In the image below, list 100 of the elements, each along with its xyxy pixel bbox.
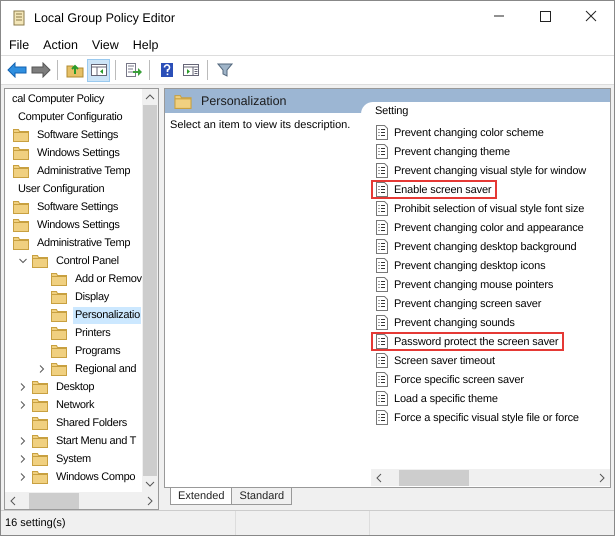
view-tab[interactable]: Extended <box>170 488 232 505</box>
tree-item[interactable]: User Configuration <box>16 181 106 198</box>
window-title: Local Group Policy Editor <box>34 10 176 24</box>
policy-setting-icon <box>376 391 388 406</box>
policy-setting-icon <box>376 277 388 292</box>
setting-item[interactable]: Force specific screen saver <box>394 374 528 386</box>
expander-icon[interactable] <box>19 473 27 481</box>
folder-icon <box>13 236 29 250</box>
tree-item[interactable]: Regional and <box>73 361 138 378</box>
expander-icon[interactable] <box>19 437 27 445</box>
tree-item[interactable]: Computer Configuratio <box>16 109 124 126</box>
policy-setting-icon <box>376 372 388 387</box>
expander-icon[interactable] <box>19 257 27 265</box>
tree-item[interactable]: Windows Compo <box>54 469 136 486</box>
view-tab[interactable]: Standard <box>231 488 292 505</box>
tree-item[interactable]: Desktop <box>54 379 96 396</box>
folder-title: Personalization <box>201 94 286 108</box>
policy-setting-icon <box>376 239 388 254</box>
tree-item[interactable]: Control Panel <box>54 253 120 270</box>
tree-item[interactable]: Administrative Temp <box>35 163 132 180</box>
status-text: 16 setting(s) <box>4 517 67 529</box>
folder-icon <box>32 254 48 268</box>
policy-setting-icon <box>376 125 388 140</box>
setting-item[interactable]: Prevent changing color scheme <box>394 126 548 138</box>
tree-item[interactable]: Software Settings <box>35 127 120 144</box>
folder-icon <box>32 434 48 448</box>
policy-setting-icon <box>376 258 388 273</box>
menu-item[interactable]: Help <box>126 38 164 52</box>
folder-icon <box>32 416 48 430</box>
export-list-icon <box>124 62 142 78</box>
menu-item[interactable]: Action <box>37 38 84 52</box>
setting-item[interactable]: Load a specific theme <box>394 392 502 404</box>
folder-icon <box>51 362 67 376</box>
setting-item[interactable]: Enable screen saver <box>394 184 496 196</box>
folder-icon <box>51 326 67 340</box>
pane-toggle-icon <box>182 62 200 78</box>
policy-setting-icon <box>376 144 388 159</box>
tree-item[interactable]: Printers <box>73 325 112 342</box>
setting-item[interactable]: Prohibit selection of visual style font size <box>394 202 588 214</box>
policy-setting-icon <box>376 315 388 330</box>
tree-item[interactable]: System <box>54 451 92 468</box>
folder-icon <box>51 272 67 286</box>
setting-item[interactable]: Prevent changing color and appearance <box>394 222 588 234</box>
folder-icon <box>13 200 29 214</box>
setting-item[interactable]: Force a specific visual style file or force <box>394 412 583 424</box>
folder-icon <box>32 452 48 466</box>
folder-icon <box>13 164 29 178</box>
setting-item[interactable]: Prevent changing theme <box>394 146 514 158</box>
expander-icon[interactable] <box>19 383 27 391</box>
policy-setting-icon <box>376 201 388 216</box>
tree-item[interactable]: Start Menu and T <box>54 433 137 450</box>
tree-item[interactable]: Display <box>73 289 110 306</box>
tree-item[interactable]: Shared Folders <box>54 415 128 432</box>
tree-item[interactable]: Programs <box>73 343 122 360</box>
scrollbar-thumb[interactable] <box>399 470 469 486</box>
setting-item[interactable]: Password protect the screen saver <box>394 336 562 348</box>
scrollbar-thumb[interactable] <box>143 105 157 476</box>
forward-arrow-icon <box>30 62 50 78</box>
tree-item[interactable]: Windows Settings <box>35 217 121 234</box>
menu-item[interactable]: File <box>3 38 36 52</box>
setting-item[interactable]: Prevent changing desktop icons <box>394 260 550 272</box>
tree-item[interactable]: Personalizatio <box>73 307 141 324</box>
folder-up-icon <box>66 62 84 78</box>
setting-item[interactable]: Prevent changing sounds <box>394 316 519 328</box>
setting-item[interactable]: Screen saver timeout <box>394 354 499 366</box>
folder-icon <box>174 94 192 108</box>
tree-item[interactable]: Windows Settings <box>35 145 121 162</box>
policy-setting-icon <box>376 410 388 425</box>
folder-icon <box>51 308 67 322</box>
show-tree-button[interactable] <box>87 58 110 82</box>
policy-setting-icon <box>376 296 388 311</box>
folder-icon <box>13 218 29 232</box>
tree-item[interactable]: Network <box>54 397 96 414</box>
policy-setting-icon <box>376 163 388 178</box>
column-header[interactable]: Setting <box>373 102 610 120</box>
setting-item[interactable]: Prevent changing screen saver <box>394 298 546 310</box>
folder-icon <box>32 470 48 484</box>
policy-setting-icon <box>376 353 388 368</box>
help-icon <box>160 62 174 78</box>
expander-icon[interactable] <box>19 401 27 409</box>
back-arrow-icon <box>6 62 26 78</box>
tree-item[interactable]: Software Settings <box>35 199 120 216</box>
setting-item[interactable]: Prevent changing visual style for window <box>394 164 590 176</box>
policy-setting-icon <box>376 220 388 235</box>
pane-toggle-icon <box>90 62 108 78</box>
menu-item[interactable]: View <box>86 38 125 52</box>
app-icon <box>11 8 27 26</box>
setting-item[interactable]: Prevent changing desktop background <box>394 240 580 252</box>
folder-icon <box>13 146 29 160</box>
folder-icon <box>32 398 48 412</box>
scrollbar-thumb[interactable] <box>29 492 79 508</box>
tree-item[interactable]: Add or Remov <box>73 271 143 288</box>
tree-item[interactable]: cal Computer Policy <box>10 91 106 108</box>
folder-icon <box>32 380 48 394</box>
setting-item[interactable]: Prevent changing mouse pointers <box>394 278 558 290</box>
tree-item[interactable]: Administrative Temp <box>35 235 132 252</box>
filter-icon <box>216 62 232 78</box>
folder-icon <box>51 344 67 358</box>
expander-icon[interactable] <box>38 365 46 373</box>
expander-icon[interactable] <box>19 455 27 463</box>
